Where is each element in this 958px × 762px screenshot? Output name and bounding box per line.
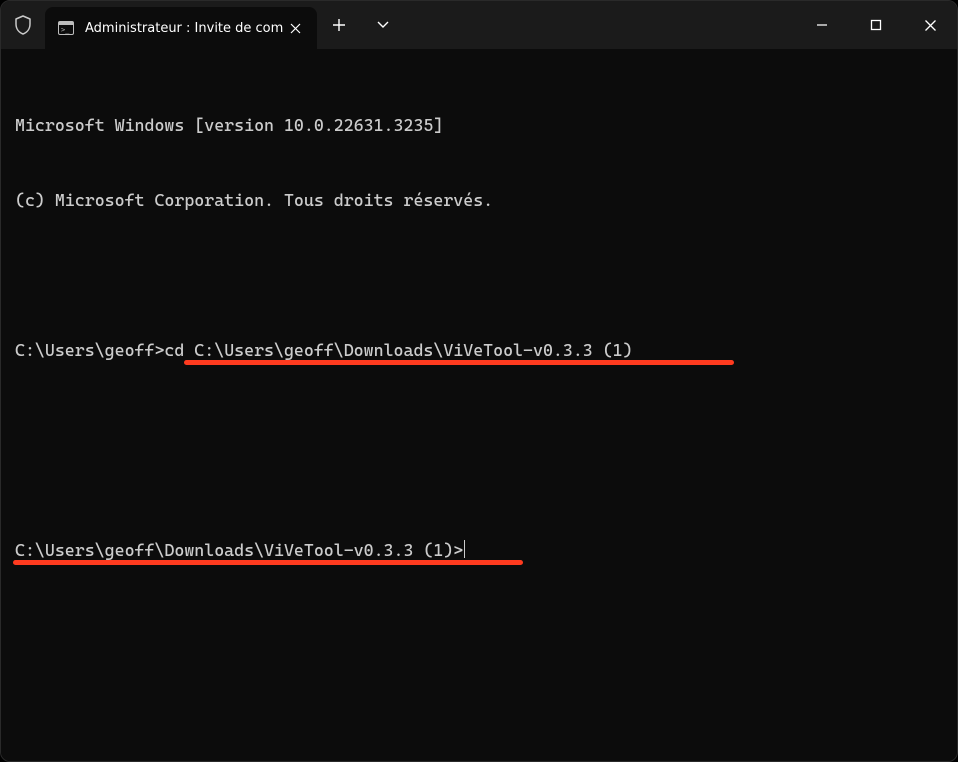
cmd-icon: >_ [57,19,75,37]
prompt-command: cd C:\Users\geoff\Downloads\ViVeTool-v0.… [164,340,632,360]
new-tab-button[interactable] [317,1,361,49]
close-window-button[interactable] [903,1,957,49]
shield-icon [1,1,45,49]
tab-dropdown-button[interactable] [361,1,405,49]
text: Microsoft Windows [version 10.0.22631.32… [15,115,443,135]
cursor [464,540,465,558]
terminal-line: Microsoft Windows [version 10.0.22631.32… [15,113,945,138]
terminal-blank [15,263,945,288]
text: (c) Microsoft Corporation. Tous droits r… [15,190,493,210]
tab-cmd[interactable]: >_ Administrateur : Invite de com [45,7,317,49]
titlebar-drag-area[interactable] [405,1,795,49]
terminal-prompt-line: C:\Users\geoff>cd C:\Users\geoff\Downloa… [15,338,945,413]
close-tab-button[interactable] [283,16,307,40]
prompt-path: C:\Users\geoff> [15,340,164,360]
titlebar[interactable]: >_ Administrateur : Invite de com [1,1,957,49]
window: >_ Administrateur : Invite de com [0,0,958,762]
terminal-output[interactable]: Microsoft Windows [version 10.0.22631.32… [1,49,957,761]
terminal-line: (c) Microsoft Corporation. Tous droits r… [15,188,945,213]
annotation-underline [184,360,734,365]
minimize-button[interactable] [795,1,849,49]
maximize-button[interactable] [849,1,903,49]
tab-title: Administrateur : Invite de com [85,21,283,36]
terminal-prompt-line: C:\Users\geoff\Downloads\ViVeTool-v0.3.3… [15,538,945,613]
svg-text:>_: >_ [61,26,70,34]
annotation-underline [13,560,523,565]
terminal-blank [15,463,945,488]
prompt-path: C:\Users\geoff\Downloads\ViVeTool-v0.3.3… [15,540,463,560]
